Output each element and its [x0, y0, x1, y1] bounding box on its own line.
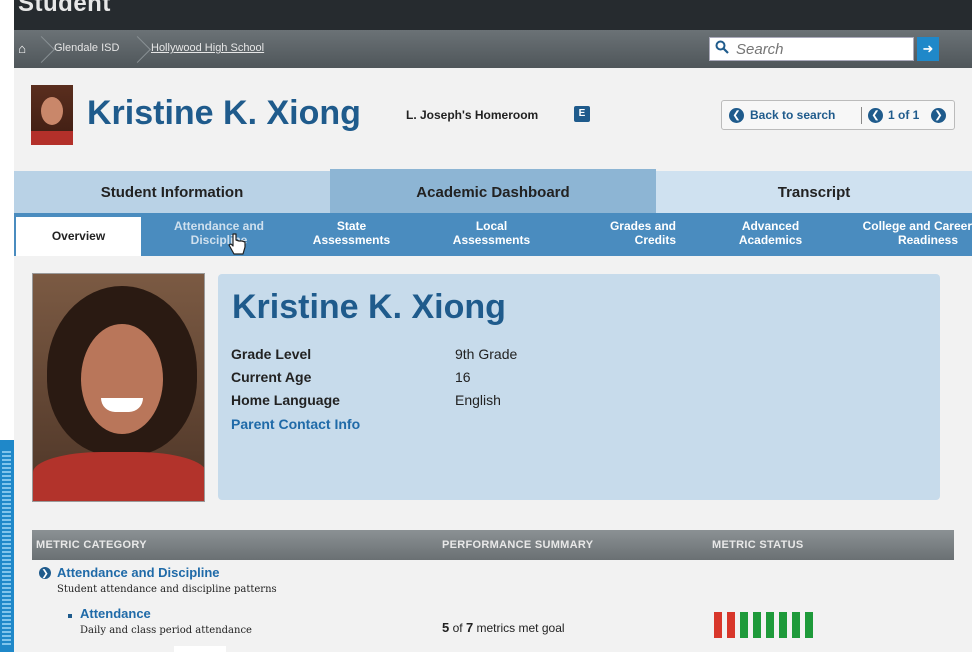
metric-attendance-link[interactable]: Attendance — [80, 606, 151, 621]
status-bar-green — [779, 612, 787, 638]
search-go-button[interactable]: ➜ — [917, 37, 939, 61]
breadcrumb-separator-icon — [132, 36, 144, 62]
page-title: Kristine K. Xiong — [87, 94, 361, 132]
status-bar-green — [740, 612, 748, 638]
status-bar-green — [792, 612, 800, 638]
homeroom-label: L. Joseph's Homeroom — [406, 108, 539, 122]
column-header-performance-summary: PERFORMANCE SUMMARY — [442, 539, 594, 551]
breadcrumb-district[interactable]: Glendale ISD — [54, 42, 119, 54]
student-info-panel: Kristine K. Xiong Grade Level 9th Grade … — [218, 274, 940, 500]
tab-academic-dashboard[interactable]: Academic Dashboard — [330, 169, 656, 213]
search-input[interactable] — [736, 40, 906, 58]
category-description: Student attendance and discipline patter… — [57, 584, 277, 595]
app-title: Student — [18, 0, 111, 17]
performance-summary: 5 of 7 metrics met goal — [442, 620, 565, 635]
next-icon[interactable]: ❯ — [931, 108, 946, 123]
metrics-table-header: METRIC CATEGORY PERFORMANCE SUMMARY METR… — [32, 530, 954, 560]
bullet-icon — [68, 614, 72, 618]
search-navigation: ❮ Back to search ❮ 1 of 1 ❯ — [721, 100, 955, 130]
status-bar-green — [805, 612, 813, 638]
subtab-overview[interactable]: Overview — [16, 217, 141, 256]
search-icon — [715, 40, 729, 54]
tab-student-information[interactable]: Student Information — [14, 171, 330, 213]
divider — [861, 107, 862, 124]
student-photo — [32, 273, 205, 502]
search-box — [709, 37, 914, 61]
app-title-bar: Student — [14, 0, 972, 30]
subtab-college-and-career-readiness[interactable]: College and Career Readiness — [842, 219, 972, 247]
metric-description: Daily and class period attendance — [80, 625, 252, 636]
expand-circle-icon[interactable]: ❯ — [39, 567, 51, 579]
subtab-advanced-academics[interactable]: Advanced Academics — [718, 219, 823, 247]
dashboard-subtabs: Overview Attendance and Discipline State A… — [14, 213, 972, 256]
student-thumbnail — [31, 85, 73, 145]
status-bar-green — [766, 612, 774, 638]
homeroom-badge[interactable]: E — [574, 106, 590, 122]
next-row-cutoff — [174, 646, 226, 652]
previous-icon[interactable]: ❮ — [868, 108, 883, 123]
student-full-name: Kristine K. Xiong — [232, 288, 506, 326]
current-age-label: Current Age — [231, 369, 312, 385]
back-to-search-link[interactable]: Back to search — [750, 108, 835, 122]
status-bar-green — [753, 612, 761, 638]
student-app-window: Student ⌂ Glendale ISD Hollywood High Sc… — [14, 0, 972, 652]
subtab-local-assessments[interactable]: Local Assessments — [439, 219, 544, 247]
home-language-label: Home Language — [231, 392, 340, 408]
breadcrumb-school[interactable]: Hollywood High School — [151, 42, 264, 54]
category-attendance-and-discipline[interactable]: Attendance and Discipline — [57, 565, 220, 580]
desktop-background-strip — [0, 440, 14, 652]
status-bar-red — [714, 612, 722, 638]
subtab-grades-and-credits[interactable]: Grades and Credits — [586, 219, 676, 247]
hand-cursor-icon — [228, 233, 246, 255]
main-tabs: Student Information Academic Dashboard T… — [14, 169, 972, 213]
tab-transcript[interactable]: Transcript — [656, 171, 972, 213]
home-language-value: English — [455, 392, 501, 408]
status-bar-red — [727, 612, 735, 638]
pager-count: 1 of 1 — [888, 108, 920, 122]
column-header-metric-category: METRIC CATEGORY — [36, 539, 147, 551]
grade-level-label: Grade Level — [231, 346, 312, 362]
breadcrumb-separator-icon — [36, 36, 48, 62]
column-header-metric-status: METRIC STATUS — [712, 539, 804, 551]
current-age-value: 16 — [455, 369, 471, 385]
arrow-right-icon: ➜ — [922, 41, 934, 56]
back-arrow-icon[interactable]: ❮ — [729, 108, 744, 123]
subtab-state-assessments[interactable]: State Assessments — [299, 219, 404, 247]
subtab-attendance-and-discipline[interactable]: Attendance and Discipline — [154, 219, 284, 247]
parent-contact-info-link[interactable]: Parent Contact Info — [231, 416, 360, 432]
grade-level-value: 9th Grade — [455, 346, 518, 362]
